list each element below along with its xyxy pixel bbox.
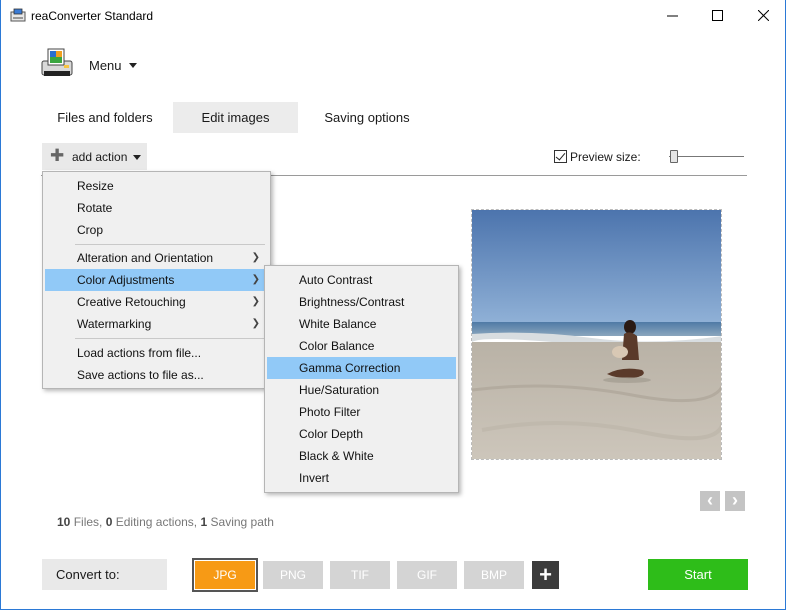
menu-separator [75,244,265,245]
menu-item-label: Brightness/Contrast [299,295,405,309]
chevron-right-icon: ❯ [251,274,260,285]
menu-item-label: Hue/Saturation [299,383,380,397]
app-icon [10,8,26,22]
format-button-gif[interactable]: GIF [397,561,457,589]
menu-item-resize[interactable]: Resize [45,175,268,197]
app-window: reaConverter Standard Menu Files and fol… [0,0,786,610]
add-action-menu: Resize Rotate Crop Alteration and Orient… [42,171,271,389]
tab-saving-options[interactable]: Saving options [303,102,431,133]
beach-photo [472,210,721,459]
preview-size-checkbox[interactable] [554,150,567,163]
menu-item-brightness-contrast[interactable]: Brightness/Contrast [267,291,456,313]
menu-item-load-actions[interactable]: Load actions from file... [45,342,268,364]
menu-item-label: Resize [77,179,114,193]
image-preview [471,209,722,460]
menu-item-creative-retouching[interactable]: Creative Retouching ❯ [45,291,268,313]
saving-path-count: 1 [200,515,208,529]
editing-actions-label: Editing actions, [115,515,198,529]
menu-item-color-depth[interactable]: Color Depth [267,423,456,445]
start-button[interactable]: Start [648,559,748,590]
reaconverter-logo-icon [41,48,73,76]
chevron-down-icon [129,63,137,68]
convert-to-label: Convert to: [42,559,167,590]
menu-item-color-adjustments[interactable]: Color Adjustments ❯ [45,269,268,291]
preview-size-label: Preview size: [570,150,641,164]
add-action-label: add action [72,150,128,164]
title-bar[interactable]: reaConverter Standard [1,0,786,31]
menu-item-label: Watermarking [77,317,152,331]
chevron-down-icon [133,155,141,160]
menu-item-label: Photo Filter [299,405,361,419]
tab-edit-images[interactable]: Edit images [173,102,298,133]
menu-item-save-actions[interactable]: Save actions to file as... [45,364,268,386]
add-action-button[interactable]: ✚ add action [42,143,147,170]
menu-item-label: Rotate [77,201,113,215]
menu-item-label: Save actions to file as... [77,368,204,382]
menu-item-label: Creative Retouching [77,295,186,309]
menu-item-white-balance[interactable]: White Balance [267,313,456,335]
menu-item-label: Color Adjustments [77,273,175,287]
maximize-icon [711,10,723,21]
minimize-icon [666,15,678,17]
format-button-tif[interactable]: TIF [330,561,390,589]
menu-item-label: Invert [299,471,330,485]
menu-item-watermarking[interactable]: Watermarking ❯ [45,313,268,335]
menu-item-label: Color Balance [299,339,375,353]
chevron-right-icon: ❯ [251,318,260,329]
color-adjustments-submenu: Auto Contrast Brightness/Contrast White … [264,265,459,493]
chevron-right-icon: ❯ [251,296,260,307]
close-icon [757,10,769,21]
menu-item-label: Load actions from file... [77,346,202,360]
menu-item-black-and-white[interactable]: Black & White [267,445,456,467]
chevron-left-icon: ‹ [707,490,713,510]
menu-separator [75,338,265,339]
menu-item-auto-contrast[interactable]: Auto Contrast [267,269,456,291]
next-image-button[interactable]: › [725,491,745,511]
plus-icon: ✚ [50,146,65,165]
menu-item-invert[interactable]: Invert [267,467,456,489]
status-summary: 10 Files, 0 Editing actions, 1 Saving pa… [57,515,274,529]
minimize-button[interactable] [649,0,695,31]
menu-item-alteration-and-orientation[interactable]: Alteration and Orientation ❯ [45,247,268,269]
chevron-right-icon: › [732,490,738,510]
chevron-right-icon: ❯ [251,252,260,263]
maximize-button[interactable] [694,0,740,31]
menu-item-hue-saturation[interactable]: Hue/Saturation [267,379,456,401]
format-button-bmp[interactable]: BMP [464,561,524,589]
preview-size-slider[interactable] [669,156,744,157]
preview-size-slider-thumb[interactable] [670,150,678,163]
menu-item-rotate[interactable]: Rotate [45,197,268,219]
menu-item-label: Black & White [299,449,374,463]
files-count: 10 [57,515,71,529]
menu-item-label: White Balance [299,317,377,331]
menu-label: Menu [89,58,122,73]
menu-item-crop[interactable]: Crop [45,219,268,241]
menu-item-photo-filter[interactable]: Photo Filter [267,401,456,423]
saving-path-label: Saving path [210,515,274,529]
menu-item-color-balance[interactable]: Color Balance [267,335,456,357]
add-format-button[interactable]: + [532,561,559,589]
menu-item-label: Alteration and Orientation [77,251,214,265]
files-label: Files, [73,515,103,529]
editing-actions-count: 0 [105,515,113,529]
close-button[interactable] [740,0,786,31]
menu-item-label: Gamma Correction [299,361,401,375]
menu-item-label: Color Depth [299,427,364,441]
format-button-jpg[interactable]: JPG [192,558,258,592]
format-button-png[interactable]: PNG [263,561,323,589]
previous-image-button[interactable]: ‹ [700,491,720,511]
window-title: reaConverter Standard [31,9,154,23]
menu-item-label: Auto Contrast [299,273,373,287]
tab-files-and-folders[interactable]: Files and folders [41,102,169,133]
menu-item-gamma-correction[interactable]: Gamma Correction [267,357,456,379]
menu-item-label: Crop [77,223,104,237]
